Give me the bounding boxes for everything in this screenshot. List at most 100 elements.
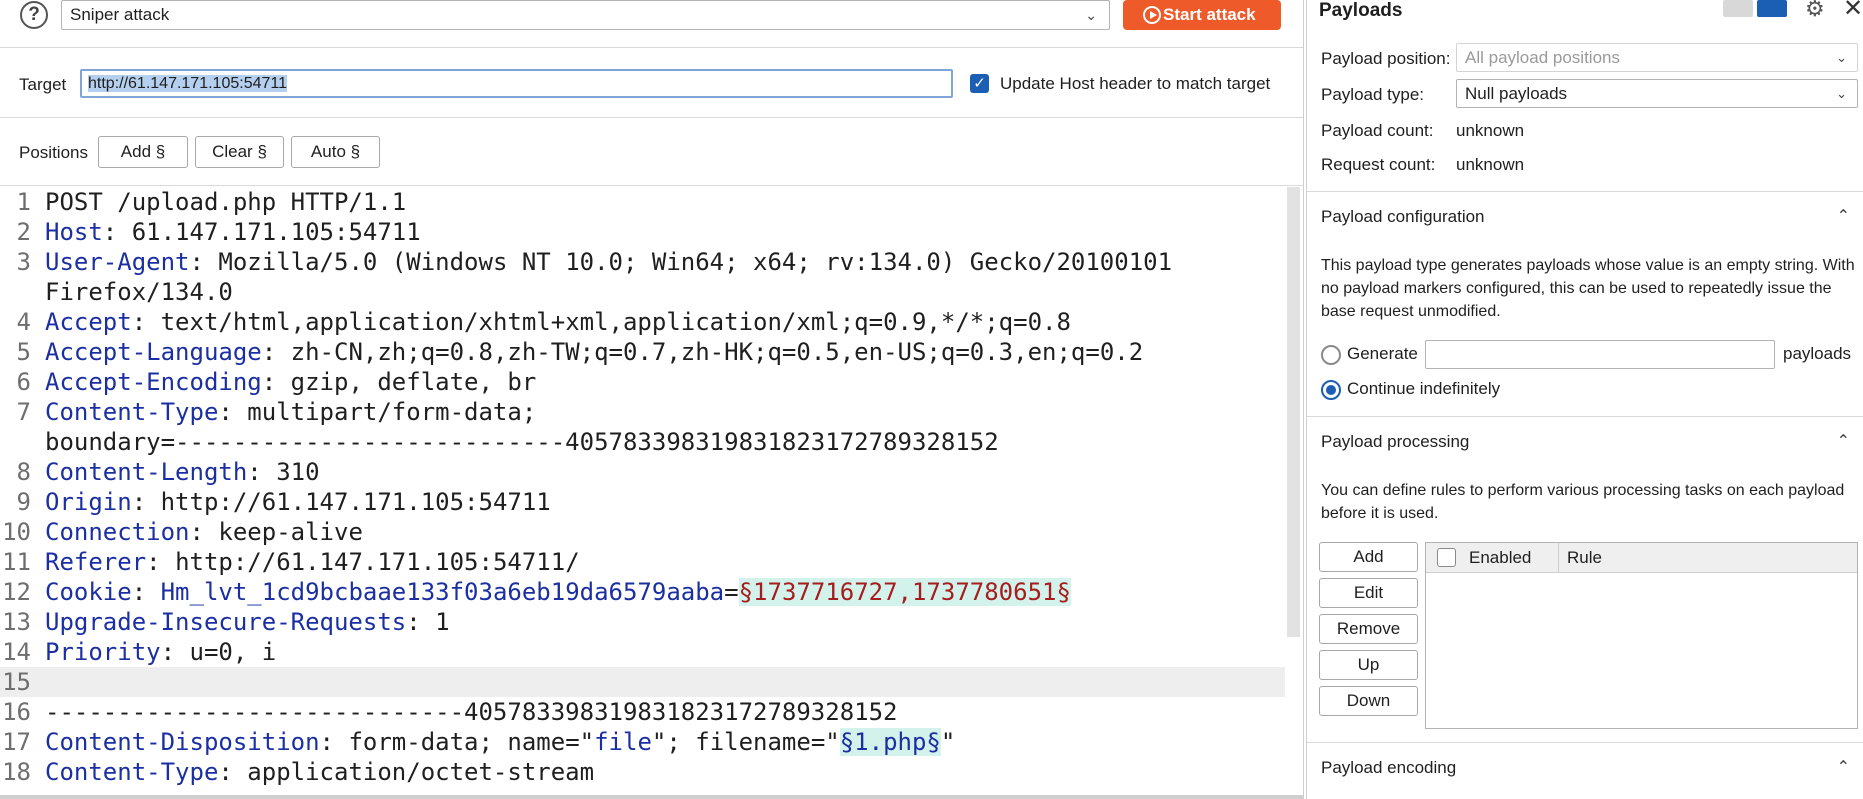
layout-horizontal-icon[interactable] [1723, 0, 1753, 17]
header-value: Firefox/134.0 [45, 278, 233, 306]
line-content: Content-Type: multipart/form-data; [45, 397, 536, 427]
request-line[interactable]: 17 Content-Disposition: form-data; name="… [0, 727, 1285, 757]
request-line[interactable]: 8 Content-Length: 310 [0, 457, 1285, 487]
request-pane: ? Sniper attack ⌄ Start attack Target ht… [0, 0, 1303, 799]
request-line[interactable]: boundary=---------------------------4057… [0, 427, 1285, 457]
request-editor[interactable]: 1 POST /upload.php HTTP/1.1 2 Host: 61.147.… [0, 187, 1303, 799]
line-number: 11 [2, 548, 31, 576]
payload-encoding-title: Payload encoding [1321, 758, 1457, 777]
header-separator: : [319, 728, 349, 756]
payload-processing-header[interactable]: Payload processing ⌃ [1307, 416, 1863, 466]
payload-marker: §1.php§ [839, 728, 941, 756]
header-value: boundary=---------------------------4057… [45, 428, 999, 456]
continue-indefinitely-radio[interactable] [1321, 380, 1341, 400]
line-content: Origin: http://61.147.171.105:54711 [45, 487, 551, 517]
request-line[interactable]: 11 Referer: http://61.147.171.105:54711/ [0, 547, 1285, 577]
header-name: Referer [45, 548, 147, 576]
request-line[interactable]: 4 Accept: text/html,application/xhtml+xml… [0, 307, 1285, 337]
payload-encoding-header[interactable]: Payload encoding ⌃ [1307, 742, 1863, 792]
request-line[interactable]: 12 Cookie: Hm_lvt_1cd9bcbaae133f03a6eb19d… [0, 577, 1285, 607]
line-content: POST /upload.php HTTP/1.1 [45, 187, 406, 217]
line-content: -----------------------------40578339831… [45, 697, 898, 727]
gear-icon[interactable]: ⚙ [1805, 0, 1825, 22]
update-host-label: Update Host header to match target [1000, 74, 1271, 93]
start-attack-label: Start attack [1163, 5, 1256, 24]
move-rule-up-button[interactable]: Up [1319, 650, 1418, 680]
target-label: Target [19, 75, 67, 94]
attack-toolbar: ? Sniper attack ⌄ Start attack [0, 0, 1303, 48]
target-input[interactable]: http://61.147.171.105:54711 [80, 69, 953, 98]
request-line[interactable]: 15 [0, 667, 1285, 697]
request-line[interactable]: 14 Priority: u=0, i [0, 637, 1285, 667]
target-value: http://61.147.171.105:54711 [88, 75, 287, 92]
header-separator: : [131, 578, 161, 606]
attack-type-select[interactable]: Sniper attack ⌄ [61, 0, 1110, 30]
payload-configuration-header[interactable]: Payload configuration ⌃ [1307, 191, 1863, 241]
payload-processing-description: You can define rules to perform various … [1321, 482, 1845, 522]
cookie-name: Hm_lvt_1cd9bcbaae133f03a6eb19da6579aaba [160, 578, 725, 606]
generate-radio[interactable] [1321, 345, 1341, 365]
line-content: Content-Disposition: form-data; name="fi… [45, 727, 955, 757]
add-marker-button[interactable]: Add § [98, 136, 188, 168]
chevron-up-icon[interactable]: ⌃ [1837, 206, 1850, 226]
line-number: 13 [2, 608, 31, 636]
header-separator: : [189, 248, 219, 276]
request-line[interactable]: 18 Content-Type: application/octet-stream [0, 757, 1285, 787]
request-line[interactable]: 1 POST /upload.php HTTP/1.1 [0, 187, 1285, 217]
header-value: application/octet-stream [247, 758, 595, 786]
horizontal-scrollbar[interactable] [0, 795, 1303, 799]
request-line[interactable]: 13 Upgrade-Insecure-Requests: 1 [0, 607, 1285, 637]
request-line[interactable]: 7 Content-Type: multipart/form-data; [0, 397, 1285, 427]
request-line[interactable]: 16 -----------------------------405783398… [0, 697, 1285, 727]
move-rule-down-button[interactable]: Down [1319, 686, 1418, 716]
add-rule-button[interactable]: Add [1319, 542, 1418, 572]
line-content: Content-Type: application/octet-stream [45, 757, 594, 787]
request-line[interactable]: 5 Accept-Language: zh-CN,zh;q=0.8,zh-TW;q… [0, 337, 1285, 367]
play-icon [1143, 6, 1161, 24]
header-separator: : [189, 518, 219, 546]
pane-divider[interactable] [1303, 0, 1304, 799]
header-separator: : [218, 398, 248, 426]
line-content: Accept-Language: zh-CN,zh;q=0.8,zh-TW;q=… [45, 337, 1143, 367]
auto-markers-button[interactable]: Auto § [291, 136, 380, 168]
remove-rule-button[interactable]: Remove [1319, 614, 1418, 644]
clear-markers-button[interactable]: Clear § [195, 136, 284, 168]
line-number: 17 [2, 728, 31, 756]
payload-marker: §1737716727,1737780651§ [738, 578, 1071, 606]
generate-count-input[interactable] [1425, 340, 1775, 369]
request-line[interactable]: 9 Origin: http://61.147.171.105:54711 [0, 487, 1285, 517]
request-line[interactable]: 10 Connection: keep-alive [0, 517, 1285, 547]
header-name: Host [45, 218, 103, 246]
request-line[interactable]: 2 Host: 61.147.171.105:54711 [0, 217, 1285, 247]
header-value: http://61.147.171.105:54711 [160, 488, 551, 516]
payload-type-select[interactable]: Null payloads ⌄ [1456, 79, 1858, 108]
request-line[interactable]: 3 User-Agent: Mozilla/5.0 (Windows NT 10.… [0, 247, 1285, 277]
chevron-up-icon[interactable]: ⌃ [1837, 431, 1850, 451]
line-content: Referer: http://61.147.171.105:54711/ [45, 547, 580, 577]
header-value: -----------------------------40578339831… [45, 698, 898, 726]
header-name: Accept-Language [45, 338, 262, 366]
line-number: 18 [2, 758, 31, 786]
column-enabled[interactable]: Enabled [1469, 548, 1531, 568]
chevron-up-icon[interactable]: ⌃ [1837, 757, 1850, 777]
line-number: 16 [2, 698, 31, 726]
update-host-checkbox[interactable]: ✓ [970, 74, 989, 93]
processing-rules-table[interactable]: Enabled Rule [1425, 542, 1858, 729]
request-line[interactable]: 6 Accept-Encoding: gzip, deflate, br [0, 367, 1285, 397]
header-name: Content-Type [45, 398, 219, 426]
editor-scrollbar[interactable] [1287, 187, 1300, 637]
header-name: Content-Length [45, 458, 248, 486]
layout-vertical-icon[interactable] [1757, 0, 1787, 17]
close-icon[interactable]: ✕ [1843, 0, 1863, 23]
column-rule[interactable]: Rule [1567, 548, 1602, 568]
disposition-separator: "; filename=" [651, 728, 840, 756]
help-icon[interactable]: ? [20, 1, 48, 29]
request-line[interactable]: Firefox/134.0 [0, 277, 1285, 307]
edit-rule-button[interactable]: Edit [1319, 578, 1418, 608]
start-attack-button[interactable]: Start attack [1123, 0, 1281, 30]
payload-processing-title: Payload processing [1321, 432, 1470, 451]
select-all-checkbox[interactable] [1437, 548, 1456, 567]
line-content: boundary=---------------------------4057… [45, 427, 999, 457]
chevron-down-icon: ⌄ [1836, 86, 1847, 101]
attack-type-value: Sniper attack [70, 5, 170, 24]
